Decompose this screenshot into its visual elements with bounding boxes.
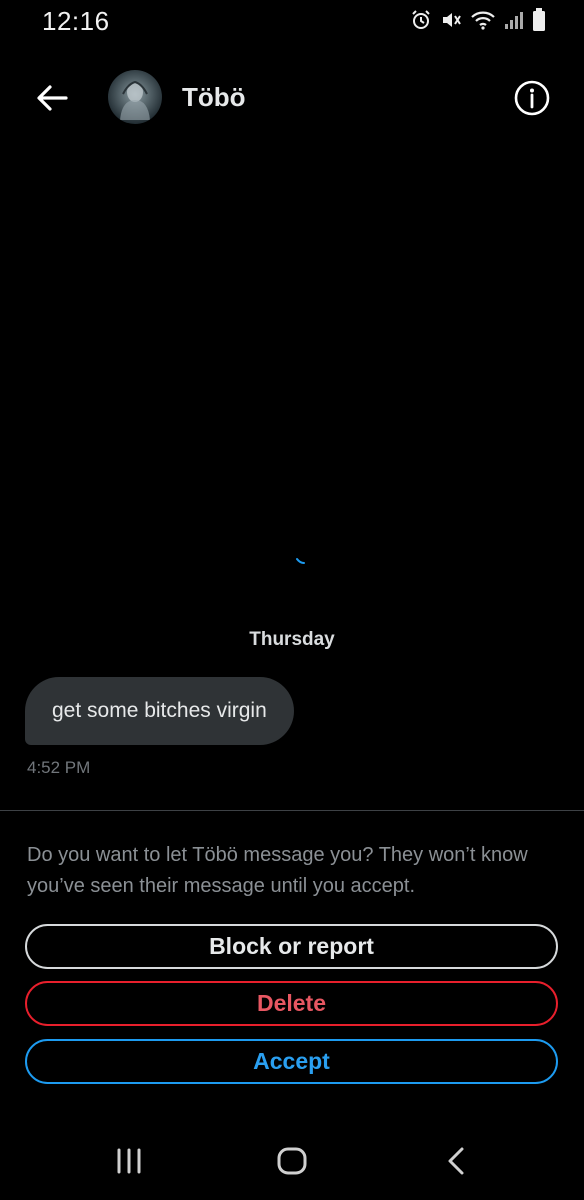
avatar[interactable] — [108, 70, 162, 124]
status-time: 12:16 — [42, 6, 110, 36]
message-text: get some bitches virgin — [52, 699, 267, 722]
recent-apps-icon — [117, 1148, 141, 1174]
status-bar: 12:16 — [0, 0, 584, 44]
dm-request-screen: 12:16 Töbö Thursday get some bitches vir… — [0, 0, 584, 1200]
status-icons — [410, 8, 546, 32]
arrow-left-icon — [37, 85, 68, 111]
battery-icon — [532, 8, 546, 32]
recent-apps-button[interactable] — [109, 1144, 149, 1178]
day-label: Thursday — [249, 629, 335, 650]
info-icon — [514, 80, 550, 116]
block-or-report-label: Block or report — [209, 933, 374, 959]
info-button[interactable] — [512, 78, 552, 118]
request-prompt: Do you want to let Töbö message you? The… — [27, 844, 528, 897]
accept-label: Accept — [253, 1048, 330, 1074]
system-nav-bar — [0, 1130, 584, 1200]
block-or-report-button[interactable]: Block or report — [25, 924, 558, 969]
home-button[interactable] — [272, 1144, 312, 1178]
signal-icon — [504, 10, 524, 30]
delete-button[interactable]: Delete — [25, 981, 558, 1026]
back-icon — [448, 1147, 464, 1175]
accept-button[interactable]: Accept — [25, 1039, 558, 1084]
home-icon — [277, 1147, 307, 1175]
alarm-icon — [410, 9, 432, 31]
mute-icon — [440, 9, 462, 31]
loading-spinner-icon — [296, 558, 305, 564]
message-timestamp: 4:52 PM — [27, 758, 91, 777]
message-bubble[interactable]: get some bitches virgin — [25, 677, 294, 745]
delete-label: Delete — [256, 990, 327, 1016]
back-button[interactable] — [30, 78, 74, 118]
contact-name[interactable]: Töbö — [182, 82, 246, 113]
wifi-icon — [470, 9, 496, 31]
system-back-button[interactable] — [436, 1144, 476, 1178]
conversation-header: Töbö — [0, 64, 584, 130]
divider — [0, 810, 584, 811]
